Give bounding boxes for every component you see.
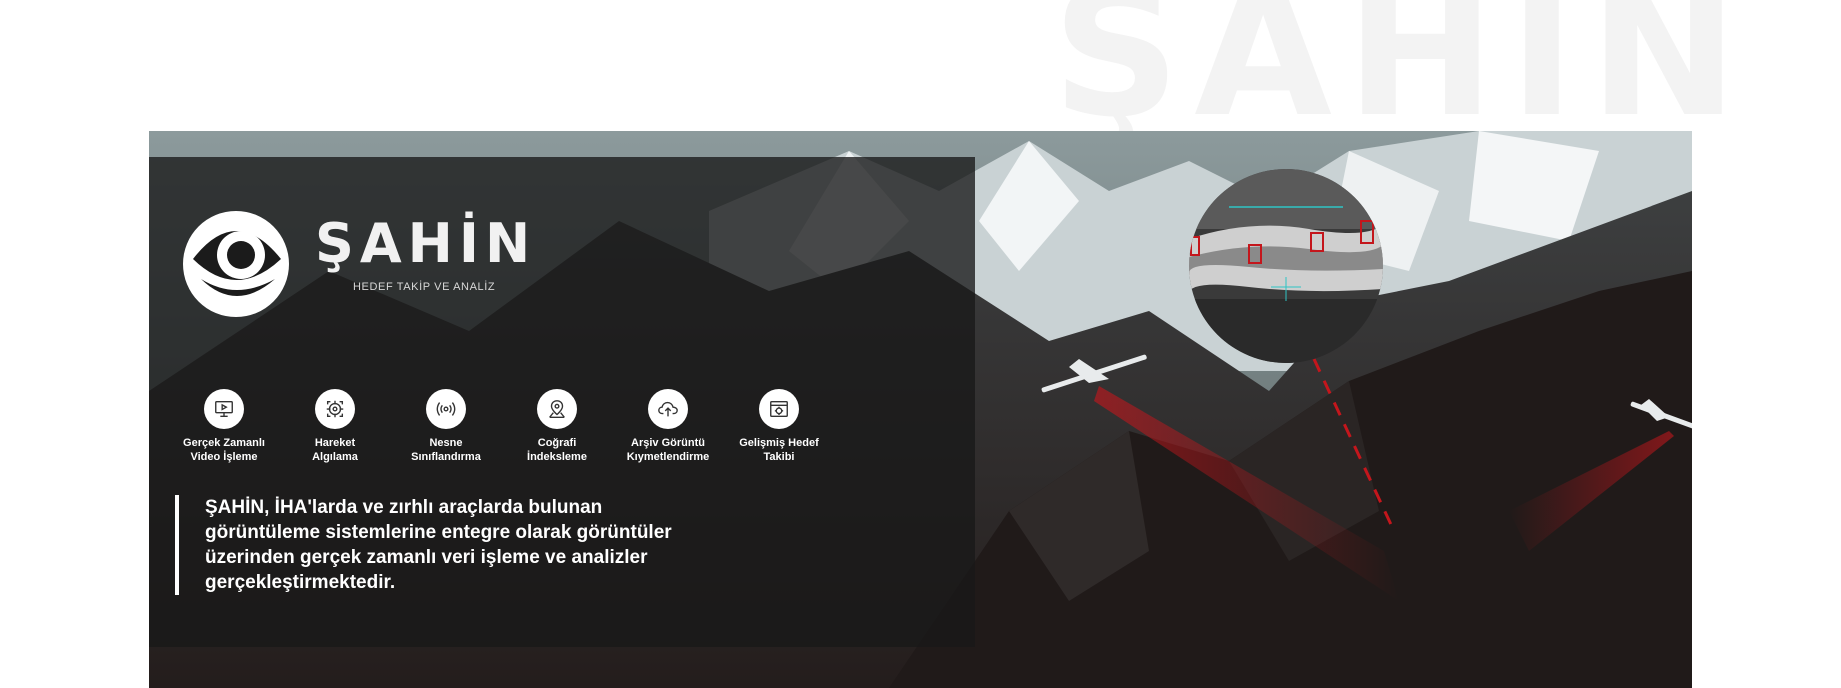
feature-item-motion-detection: Hareket Algılama — [280, 389, 390, 464]
feature-label: Gelişmiş Hedef Takibi — [739, 437, 819, 463]
eye-logo-icon — [183, 211, 289, 317]
feature-item-object-classification: Nesne Sınıflandırma — [391, 389, 501, 464]
brand-name: ŞAHİN — [315, 212, 537, 275]
monitor-play-icon — [204, 389, 244, 429]
browser-gear-icon — [759, 389, 799, 429]
description-block: ŞAHİN, İHA'larda ve zırhlı araçlarda bul… — [175, 495, 695, 595]
brand-watermark: ŞAHİN — [1052, 0, 1753, 156]
feature-label: Arşiv Görüntü Kıymetlendirme — [626, 437, 710, 463]
info-panel: ŞAHİN HEDEF TAKİP VE ANALİZ Gerçek Zaman… — [149, 157, 975, 647]
feature-label: Gerçek Zamanlı Video İşleme — [183, 437, 265, 463]
description-text: ŞAHİN, İHA'larda ve zırhlı araçlarda bul… — [205, 497, 672, 593]
feature-label: Hareket Algılama — [312, 437, 358, 463]
feature-label: Nesne Sınıflandırma — [411, 437, 481, 463]
feature-label: Coğrafi İndeksleme — [527, 437, 587, 463]
feature-list: Gerçek Zamanlı Video İşleme Hareket Algı… — [169, 389, 849, 469]
brand-tagline: HEDEF TAKİP VE ANALİZ — [353, 281, 496, 293]
feature-item-geo-indexing: Coğrafi İndeksleme — [502, 389, 612, 464]
feature-item-advanced-tracking: Gelişmiş Hedef Takibi — [724, 389, 834, 464]
target-crosshair-icon — [315, 389, 355, 429]
broadcast-signal-icon — [426, 389, 466, 429]
feature-item-video-processing: Gerçek Zamanlı Video İşleme — [169, 389, 279, 464]
cloud-upload-icon — [648, 389, 688, 429]
thermal-scope-view — [1189, 169, 1383, 363]
map-pin-icon — [537, 389, 577, 429]
hero-banner: ŞAHİN HEDEF TAKİP VE ANALİZ Gerçek Zaman… — [149, 131, 1692, 688]
feature-item-archive-evaluation: Arşiv Görüntü Kıymetlendirme — [613, 389, 723, 464]
